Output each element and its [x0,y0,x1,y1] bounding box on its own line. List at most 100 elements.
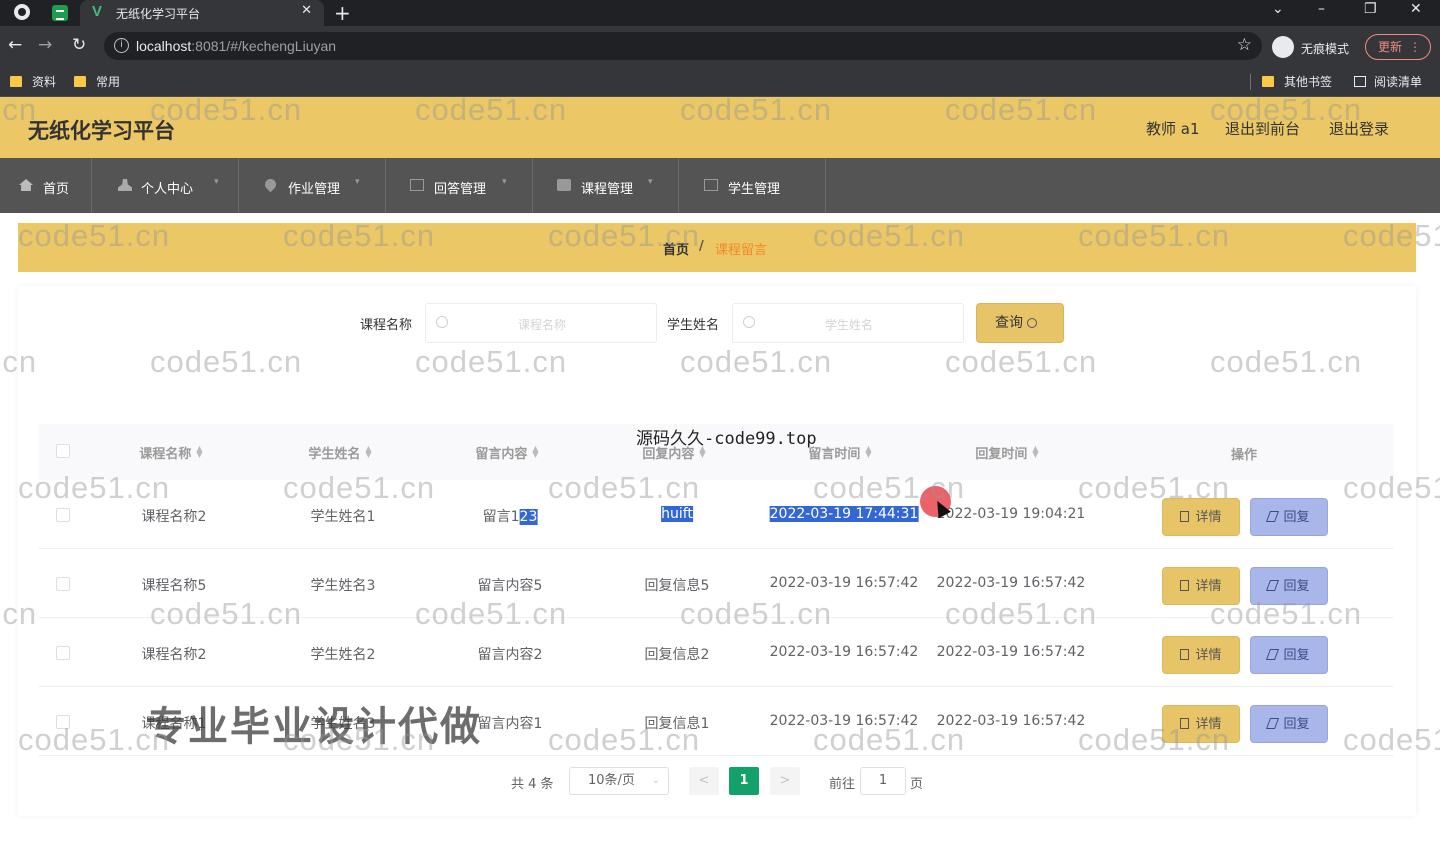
column-header-student[interactable]: 学生姓名▲▼ [308,443,371,462]
table-row: 课程名称5 学生姓名3 留言内容5 回复信息5 2022-03-19 16:57… [38,549,1394,618]
column-header-course[interactable]: 课程名称▲▼ [139,443,202,462]
nav-label: 回答管理 [434,178,486,197]
logout-link[interactable]: 退出登录 [1329,118,1389,139]
next-page-button[interactable]: > [770,767,800,795]
bookmark-other[interactable]: 其他书签 [1262,73,1332,90]
forward-arrow-icon[interactable]: → [38,36,52,54]
browser-tab-active[interactable]: V 无纸化学习平台 ✕ [80,0,324,26]
student-name-input[interactable]: 学生姓名 [732,303,964,343]
address-bar-row: ← → ↻ i localhost:8081/#/kechengLiuyan ☆… [0,26,1440,66]
row-checkbox[interactable] [56,508,70,522]
detail-button[interactable]: 详情 [1162,705,1240,743]
student-name-placeholder: 学生姓名 [733,316,965,333]
page-unit-label: 页 [910,773,923,792]
nav-item-courses[interactable]: 课程管理 ▾ [533,158,679,213]
front-link[interactable]: 退出到前台 [1225,118,1300,139]
globe-icon[interactable] [14,4,30,20]
cell-student: 学生姓名3 [311,575,376,595]
nav-item-homework[interactable]: 作业管理 ▾ [239,158,386,213]
detail-button[interactable]: 详情 [1162,636,1240,674]
column-header-message[interactable]: 留言内容▲▼ [475,443,538,462]
vue-logo-icon: V [92,3,102,20]
query-button[interactable]: 查询 [976,303,1064,343]
nav-label: 学生管理 [728,178,780,197]
breadcrumb-home[interactable]: 首页 [663,239,689,258]
select-all-checkbox[interactable] [56,444,70,458]
nav-label: 首页 [43,178,69,197]
reading-list[interactable]: 阅读清单 [1354,73,1422,90]
column-header-reply-time[interactable]: 回复时间▲▼ [975,443,1038,462]
goto-page-input[interactable]: 1 [860,767,906,795]
bookmarks-divider [1250,74,1251,90]
nav-label: 课程管理 [581,178,633,197]
user-label: 教师 a1 [1146,118,1200,139]
nav-item-home[interactable]: 首页 [0,158,92,213]
pencil-icon [1266,580,1279,591]
bookmark-folder-changyong[interactable]: 常用 [74,73,120,90]
incognito-label[interactable]: 无痕模式 [1301,40,1349,57]
site-title: 无纸化学习平台 [28,115,175,145]
nav-label: 个人中心 [141,178,193,197]
back-arrow-icon[interactable]: ← [8,36,22,54]
cell-message-time: 2022-03-19 16:57:42 [770,713,919,729]
course-name-placeholder: 课程名称 [426,316,658,333]
detail-button[interactable]: 详情 [1162,567,1240,605]
course-name-input[interactable]: 课程名称 [425,303,657,343]
more-menu-icon: ⋮ [1409,35,1421,59]
sort-icon: ▲▼ [196,446,202,458]
update-button[interactable]: 更新⋮ [1365,34,1431,60]
restore-icon[interactable]: ❐ [1364,1,1377,17]
document-icon [1180,649,1189,660]
tab-close-icon[interactable]: ✕ [301,3,312,18]
cell-message: 留言内容2 [478,644,543,664]
cell-student: 学生姓名2 [311,644,376,664]
document-icon [1180,580,1189,591]
column-header-actions: 操作 [1231,444,1257,463]
minimize-icon[interactable]: – [1318,1,1325,17]
bookmark-star-icon[interactable]: ☆ [1237,35,1252,55]
incognito-icon[interactable] [1272,36,1294,58]
sort-icon: ▲▼ [532,446,538,458]
page-size-select[interactable]: 10条/页⌄ [569,767,669,795]
reply-button[interactable]: 回复 [1250,498,1328,536]
nav-item-profile[interactable]: 个人中心 ▾ [92,158,239,213]
tab-search-chevron-icon[interactable]: ⌄ [1272,1,1284,17]
cell-reply-time: 2022-03-19 16:57:42 [937,713,1086,729]
breadcrumb-current: 课程留言 [715,239,767,258]
nav-item-students[interactable]: 学生管理 [679,158,826,213]
cell-message: 留言内容1 [478,713,543,733]
nav-item-answers[interactable]: 回答管理 ▾ [386,158,533,213]
course-name-label: 课程名称 [360,314,412,333]
window-close-icon[interactable]: ✕ [1410,1,1422,17]
cell-reply-time: 2022-03-19 16:57:42 [937,575,1086,591]
folder-icon [1262,76,1274,87]
row-checkbox[interactable] [56,646,70,660]
row-checkbox[interactable] [56,577,70,591]
search-icon [1027,318,1037,328]
chevron-down-icon: ▾ [355,177,360,187]
tab-title: 无纸化学习平台 [116,5,200,22]
new-tab-icon[interactable]: + [334,1,351,25]
browser-tab-strip: V 无纸化学习平台 ✕ + ⌄ – ❐ ✕ [0,0,1440,26]
pinned-tab-icon[interactable] [52,5,68,21]
chevron-down-icon: ▾ [214,177,219,187]
edit-icon [704,179,718,191]
info-icon[interactable]: i [114,38,129,53]
reply-button[interactable]: 回复 [1250,567,1328,605]
row-checkbox[interactable] [56,715,70,729]
document-icon [1180,718,1189,729]
prev-page-button[interactable]: < [689,767,719,795]
reload-icon[interactable]: ↻ [72,36,86,54]
detail-button[interactable]: 详情 [1162,498,1240,536]
omnibox[interactable]: i localhost:8081/#/kechengLiuyan ☆ [104,32,1262,60]
url-text[interactable]: localhost:8081/#/kechengLiuyan [136,38,336,54]
bookmark-folder-ziliao[interactable]: 资料 [10,73,56,90]
reply-button[interactable]: 回复 [1250,705,1328,743]
folder-icon [74,76,86,87]
reply-button[interactable]: 回复 [1250,636,1328,674]
cell-message-time: 2022-03-19 16:57:42 [770,575,919,591]
current-page-button[interactable]: 1 [729,767,759,795]
column-header-message-time[interactable]: 留言时间▲▼ [808,443,871,462]
mail-icon [410,179,424,191]
user-icon [118,179,132,191]
